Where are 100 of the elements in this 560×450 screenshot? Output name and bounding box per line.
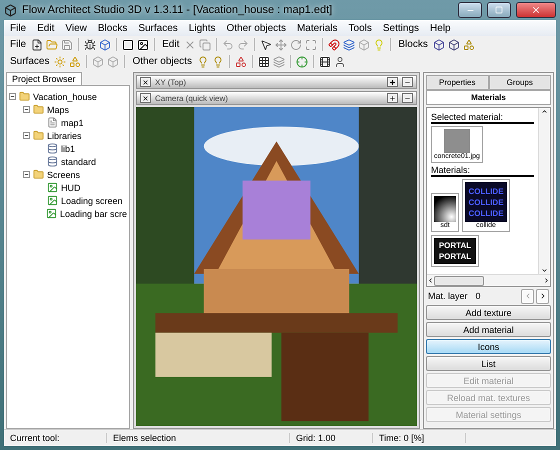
menu-item[interactable]: Tools [348, 22, 372, 34]
tree-item[interactable]: Loading screen [61, 196, 123, 206]
collapse-view-button[interactable] [402, 93, 413, 103]
plus-icon [389, 94, 396, 102]
panel-button[interactable]: Icons [426, 339, 551, 354]
magnet-icon[interactable] [328, 38, 340, 50]
picture-icon [47, 195, 58, 206]
scale-icon[interactable] [305, 38, 318, 50]
close-icon [531, 5, 541, 15]
rotate-icon[interactable] [290, 38, 302, 50]
tree-item[interactable]: Libraries [47, 130, 82, 140]
toolbar-label: Edit [162, 39, 180, 50]
lamp-icon[interactable] [196, 56, 209, 68]
menu-item[interactable]: Materials [296, 22, 338, 34]
file-icon [47, 117, 58, 128]
frame-icon[interactable] [122, 38, 134, 50]
expand-view-button[interactable] [387, 77, 398, 87]
concrete-swatch [444, 129, 470, 153]
window-title: Flow Architect Studio 3D v 1.3.11 - [Vacation_house : map1.edt] [22, 4, 334, 16]
close-view-button[interactable] [140, 77, 151, 87]
status-tool: Elems selection [107, 433, 290, 443]
status-grid: Grid: 1.00 [290, 433, 373, 443]
folder-icon [33, 104, 44, 115]
horizontal-scrollbar[interactable] [427, 274, 550, 286]
tree-item[interactable]: Vacation_house [33, 92, 97, 102]
folder-icon [19, 91, 30, 102]
picture-icon [46, 208, 57, 219]
film-icon[interactable] [318, 56, 331, 68]
layers-icon[interactable] [343, 38, 356, 50]
panel-tab[interactable]: Properties [426, 75, 488, 90]
bug-icon[interactable] [84, 38, 96, 50]
tree-item[interactable]: Screens [47, 170, 80, 180]
menu-item[interactable]: Settings [382, 22, 420, 34]
menu-item[interactable]: Edit [37, 22, 54, 34]
save-icon[interactable] [61, 38, 74, 50]
tree-item[interactable]: HUD [61, 182, 80, 192]
menu-item[interactable]: Surfaces [138, 22, 178, 34]
picture-icon[interactable] [137, 38, 150, 50]
previous-button[interactable] [521, 288, 534, 304]
collapse-toggle[interactable] [23, 106, 30, 113]
copy-icon[interactable] [199, 38, 212, 50]
menu-item[interactable]: View [65, 22, 87, 34]
status-label: Current tool: [4, 433, 107, 443]
maximize-icon [495, 6, 503, 14]
layer-value: 0 [476, 291, 482, 301]
undo-icon[interactable] [222, 38, 234, 50]
status-time: Time: 0 [%] [373, 433, 466, 443]
tree-item[interactable]: Loading bar scre [60, 208, 127, 218]
menu-item[interactable]: Blocks [98, 22, 128, 34]
tree-item[interactable]: standard [61, 156, 96, 166]
plus-icon [389, 78, 396, 86]
vertical-scrollbar[interactable] [538, 108, 550, 274]
minimize-button[interactable] [458, 2, 482, 18]
collapse-toggle[interactable] [9, 93, 16, 100]
maximize-button[interactable] [487, 2, 511, 18]
gradient-swatch [434, 196, 456, 222]
cube-icon[interactable] [448, 38, 460, 50]
app-icon [4, 4, 17, 16]
crosshair-icon[interactable] [296, 56, 308, 68]
layer-label: Mat. layer [428, 291, 468, 301]
panel-button[interactable]: Add texture [426, 305, 551, 320]
toolbar-label: Other objects [132, 56, 192, 67]
panel-button[interactable]: Add material [426, 322, 551, 337]
menu-item[interactable]: Lights [188, 22, 216, 34]
person-icon[interactable] [334, 56, 346, 68]
redo-icon[interactable] [237, 38, 250, 50]
tree-item[interactable]: Maps [47, 104, 70, 114]
panel-button[interactable]: List [426, 356, 551, 371]
close-view-button[interactable] [140, 93, 151, 103]
database-icon [47, 143, 58, 154]
toolbar-label: Blocks [398, 39, 428, 50]
new-file-icon[interactable] [31, 38, 44, 50]
collapse-toggle[interactable] [23, 132, 30, 139]
checker-icon[interactable] [258, 56, 270, 68]
panel-tab[interactable]: Materials [426, 90, 551, 105]
section-label: Selected material: [431, 112, 534, 124]
menu-item[interactable]: File [10, 22, 26, 34]
folder-icon [33, 169, 44, 180]
delete-icon[interactable] [184, 38, 196, 50]
close-button[interactable] [516, 2, 556, 18]
menu-item[interactable]: Help [430, 22, 451, 34]
panel-tab[interactable]: Groups [488, 75, 551, 90]
database-icon [47, 156, 58, 167]
toolbar-label: File [10, 39, 26, 50]
lamp-icon[interactable] [212, 56, 224, 68]
tree-item[interactable]: map1 [61, 118, 84, 128]
collapse-toggle[interactable] [23, 171, 30, 178]
collapse-view-button[interactable] [402, 77, 413, 87]
folder-icon [33, 130, 44, 141]
menu-item[interactable]: Other objects [226, 22, 286, 34]
close-icon [142, 94, 149, 102]
section-label: Materials: [431, 165, 534, 177]
cube-icon[interactable] [99, 38, 112, 50]
pointer-icon[interactable] [260, 38, 272, 50]
next-button[interactable] [536, 288, 549, 304]
panel-tab[interactable]: Project Browser [6, 72, 82, 85]
view-title: Camera (quick view) [155, 94, 229, 102]
picture-icon [47, 182, 58, 193]
tree-item[interactable]: lib1 [61, 144, 76, 154]
cube-icon[interactable] [432, 38, 445, 50]
